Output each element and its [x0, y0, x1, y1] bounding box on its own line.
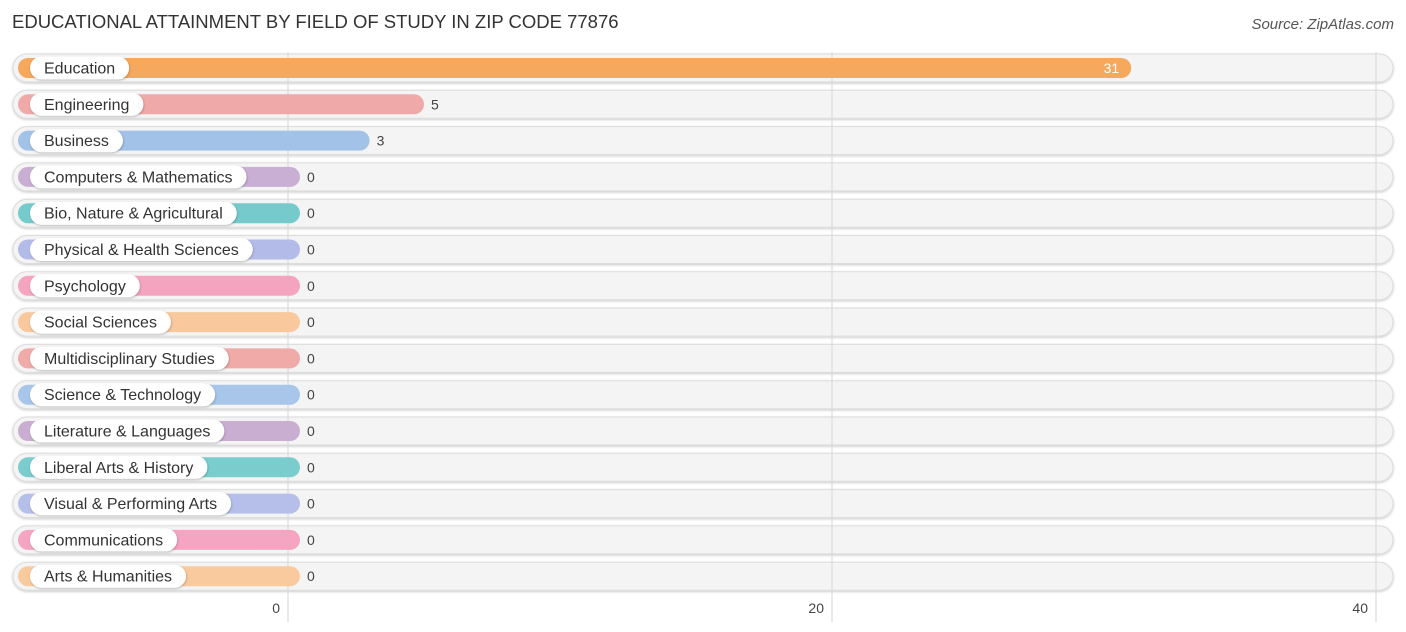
value-label: 0: [307, 459, 315, 475]
value-label: 0: [307, 242, 315, 258]
category-label: Social Sciences: [44, 315, 157, 332]
value-label: 0: [307, 314, 315, 330]
category-label: Literature & Languages: [44, 424, 210, 441]
category-label: Bio, Nature & Agricultural: [44, 206, 223, 223]
bar-chart: Education 31 Engineering 5 Business 3 Computer…: [12, 52, 1394, 623]
bar-row: Science & Technology 0: [18, 383, 315, 407]
value-label: 0: [307, 532, 315, 548]
value-label: 0: [307, 387, 315, 403]
bar: [18, 58, 1132, 78]
bar-row: Multidisciplinary Studies 0: [18, 346, 315, 370]
bar-row: Arts & Humanities 0: [18, 564, 315, 588]
category-label: Liberal Arts & History: [44, 460, 193, 477]
value-label: 0: [307, 568, 315, 584]
value-label: 0: [307, 496, 315, 512]
category-label: Visual & Performing Arts: [44, 496, 217, 513]
x-axis-ticks: 0 20 40: [272, 600, 1368, 616]
bar-row: Engineering 5: [18, 92, 439, 116]
bar-row: Bio, Nature & Agricultural 0: [18, 201, 315, 225]
category-label: Physical & Health Sciences: [44, 242, 239, 259]
category-label: Multidisciplinary Studies: [44, 351, 215, 368]
value-label: 0: [307, 205, 315, 221]
category-label: Computers & Mathematics: [44, 169, 233, 186]
x-tick-label: 0: [272, 600, 280, 616]
bar-row: Literature & Languages 0: [18, 419, 315, 443]
value-label: 0: [307, 278, 315, 294]
category-label: Arts & Humanities: [44, 569, 172, 586]
category-label: Psychology: [44, 278, 126, 295]
value-label: 0: [307, 169, 315, 185]
bar-row: Business 3: [18, 129, 385, 153]
category-label: Education: [44, 61, 115, 78]
bar-row: Visual & Performing Arts 0: [18, 492, 315, 516]
value-label: 5: [431, 96, 439, 112]
value-label: 0: [307, 350, 315, 366]
value-label: 3: [377, 133, 385, 149]
category-label: Communications: [44, 532, 163, 549]
bar-row: Physical & Health Sciences 0: [18, 238, 315, 261]
category-label: Business: [44, 133, 109, 150]
bar-row: Liberal Arts & History 0: [18, 455, 315, 479]
bar-row: Psychology 0: [18, 274, 315, 298]
category-label: Science & Technology: [44, 387, 201, 404]
category-label: Engineering: [44, 97, 129, 114]
x-tick-label: 20: [808, 600, 824, 616]
bar-row: Social Sciences 0: [18, 310, 315, 334]
value-label: 31: [1104, 60, 1120, 76]
x-tick-label: 40: [1352, 600, 1368, 616]
bar-row: Education 31: [18, 56, 1132, 80]
value-label: 0: [307, 423, 315, 439]
bar-row: Communications 0: [18, 528, 315, 552]
bar-row: Computers & Mathematics 0: [18, 165, 315, 189]
